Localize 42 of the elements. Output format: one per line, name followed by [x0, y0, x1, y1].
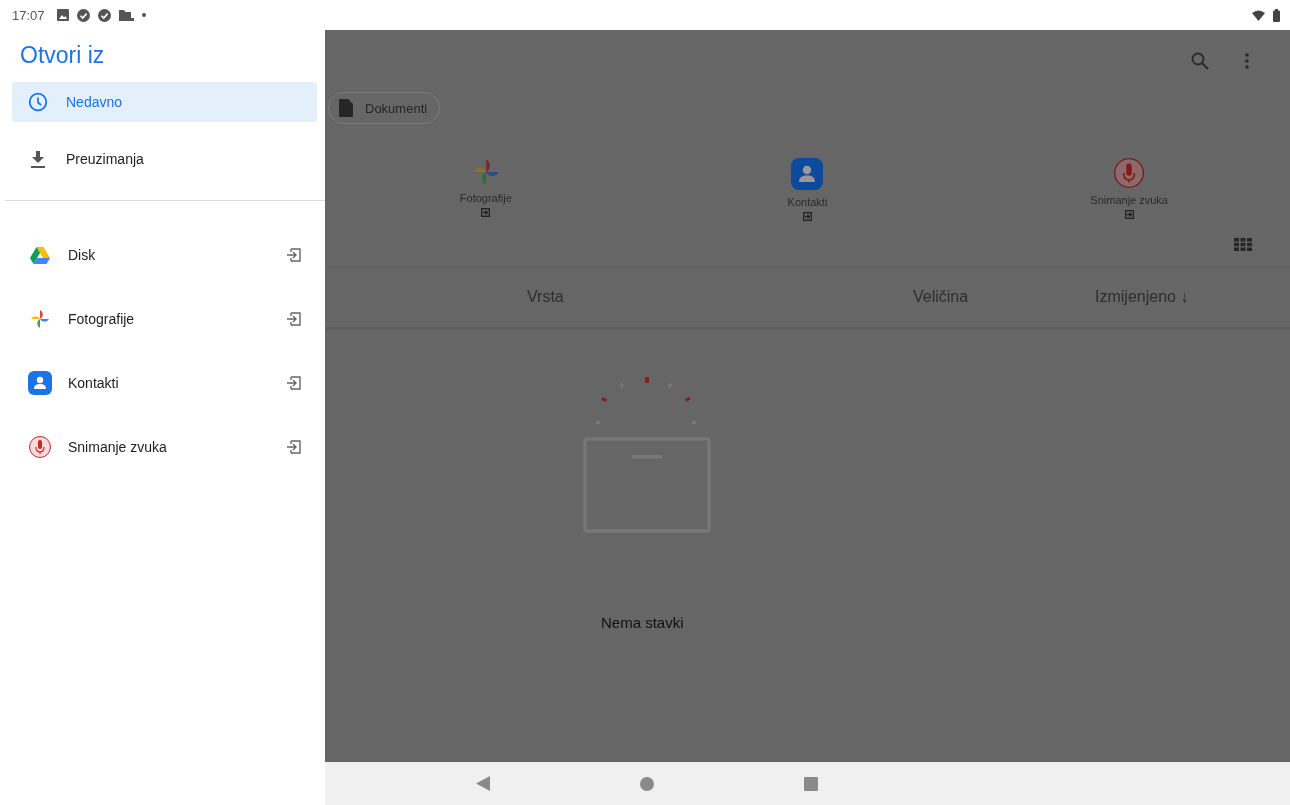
eject-icon[interactable] [287, 312, 301, 326]
contacts-icon[interactable] [791, 158, 824, 190]
dot-icon [141, 13, 146, 17]
download-icon [31, 150, 45, 168]
drawer-item[interactable]: Disk [14, 223, 317, 287]
home-icon[interactable] [640, 776, 654, 791]
status-time: 17:07 [12, 7, 45, 23]
document-icon [339, 99, 353, 117]
drawer-item[interactable]: Nedavno [12, 82, 317, 122]
eject-icon[interactable] [287, 248, 301, 262]
check-notification-icon [76, 8, 90, 22]
drawer-item[interactable]: Fotografije [14, 287, 317, 351]
image-notification-icon [56, 9, 69, 21]
search-icon[interactable] [1191, 52, 1209, 70]
contacts-icon [28, 371, 52, 395]
recents-icon[interactable] [804, 776, 818, 791]
more-options-icon[interactable] [1245, 53, 1249, 69]
folder-notification-icon [118, 9, 134, 21]
eject-icon[interactable] [287, 440, 301, 454]
drawer-title: Otvori iz [19, 41, 106, 70]
app-label: Snimanje zvuka [1090, 194, 1168, 206]
wifi-icon [1252, 9, 1265, 21]
eject-icon[interactable] [481, 208, 491, 217]
pinwheel-icon [30, 309, 50, 329]
drawer-item[interactable]: Preuzimanja [12, 139, 317, 179]
empty-message: Nema stavki [601, 614, 684, 631]
app-label: Fotografije [459, 192, 512, 204]
drawer-item[interactable]: Snimanje zvuka [14, 415, 317, 479]
eject-icon[interactable] [803, 212, 812, 221]
battery-icon [1273, 8, 1280, 22]
pinwheel-icon[interactable] [471, 158, 500, 186]
check-notification-icon [97, 8, 111, 22]
clock-icon [28, 92, 48, 112]
drive-icon [30, 246, 50, 264]
eject-icon[interactable] [1124, 210, 1134, 219]
back-icon[interactable] [476, 776, 490, 791]
eject-icon[interactable] [287, 376, 301, 390]
drawer-item[interactable]: Kontakti [14, 351, 317, 415]
microphone-icon[interactable] [1114, 158, 1145, 188]
microphone-icon [29, 436, 51, 458]
grid-view-icon[interactable] [1234, 238, 1252, 251]
app-label: Kontakti [787, 196, 828, 208]
